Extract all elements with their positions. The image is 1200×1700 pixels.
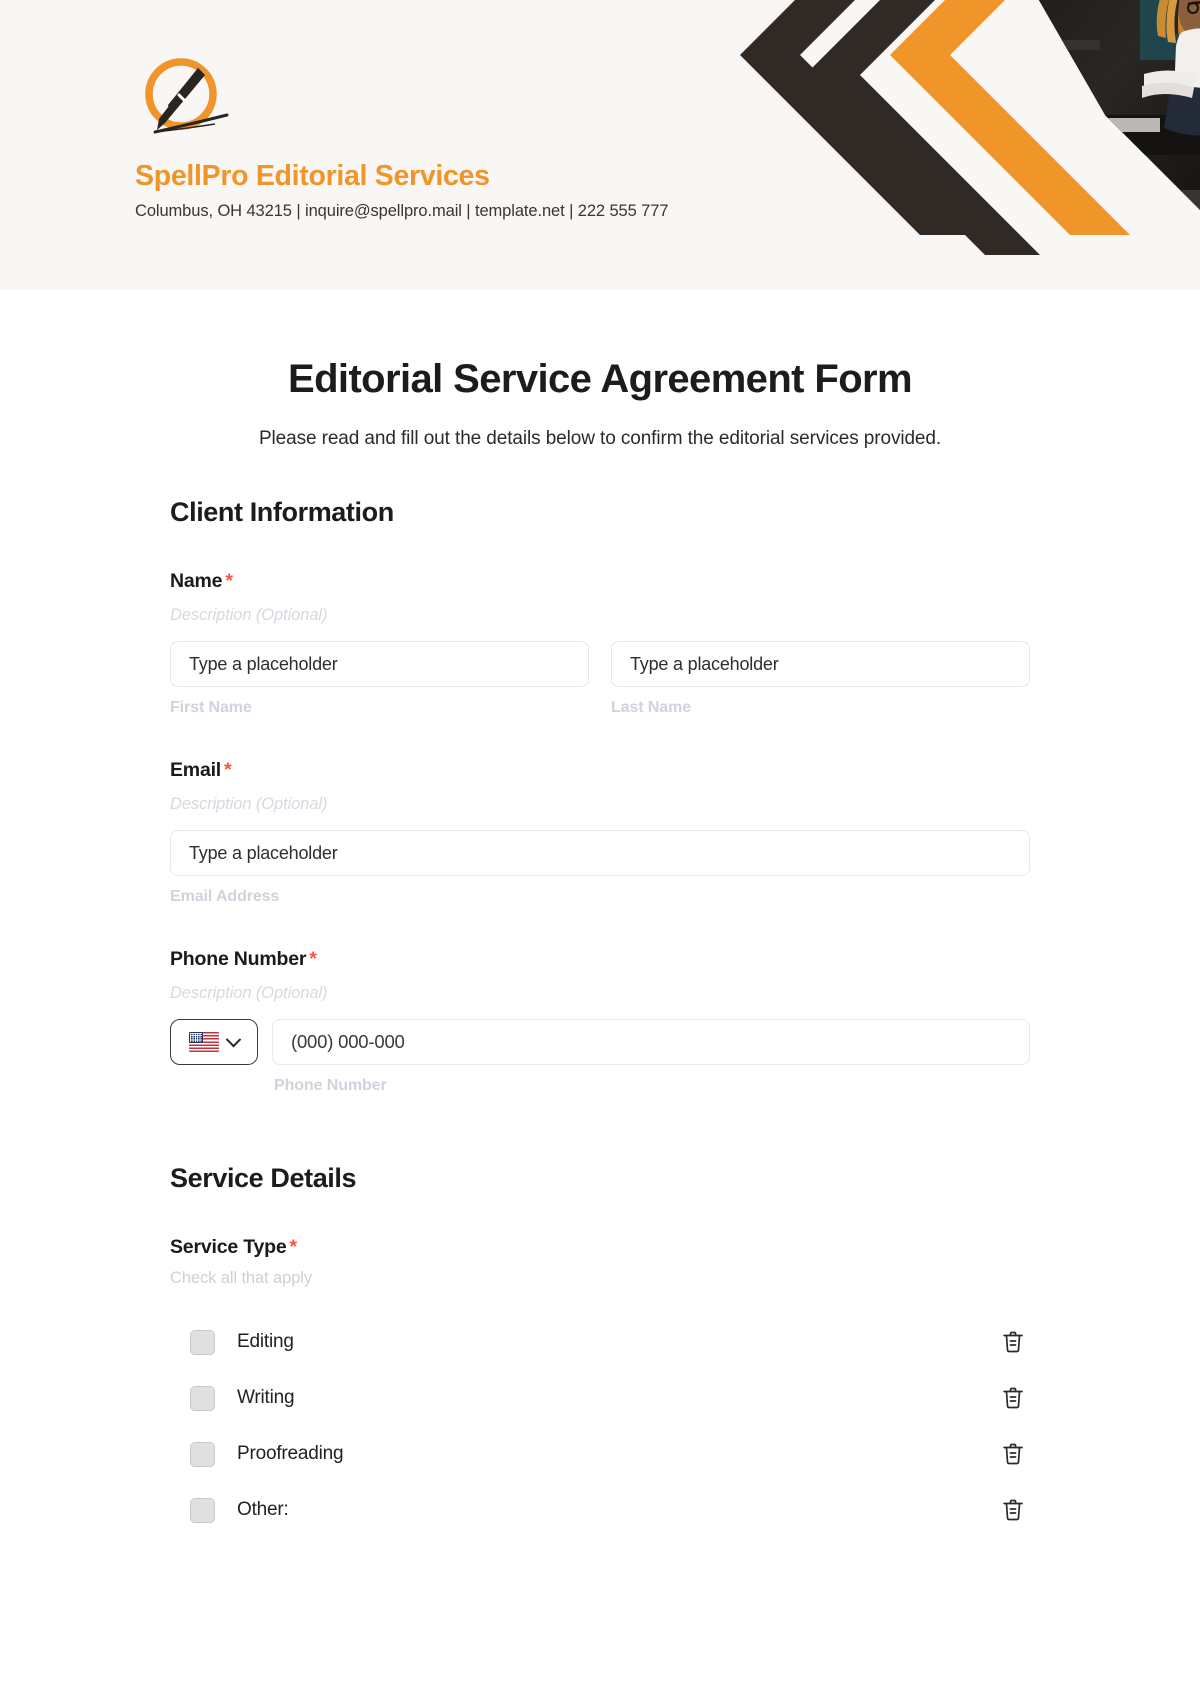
option-label: Other:: [237, 1499, 289, 1520]
form-page: SpellPro Editorial Services Columbus, OH…: [0, 0, 1200, 1700]
field-label-email-text: Email: [170, 759, 222, 781]
chevron-down-icon: [225, 1031, 242, 1047]
name-input-row: [170, 641, 1030, 687]
field-name: Name* Description (Optional) First Name …: [170, 570, 1030, 717]
field-hint-service-type: Check all that apply: [170, 1269, 312, 1287]
field-label-phone-number: Phone Number *: [170, 948, 1030, 971]
phone-number-input[interactable]: [272, 1019, 1030, 1065]
form-body: Client Information Name * Description (Op…: [170, 497, 1030, 1538]
field-label-email: Email *: [170, 759, 1030, 782]
option-label: Proofreading: [237, 1443, 344, 1464]
checkbox-proofreading[interactable]: [190, 1441, 215, 1467]
phone-input-row: [170, 1019, 1030, 1065]
country-code-select[interactable]: [170, 1019, 258, 1065]
list-item[interactable]: Editing: [170, 1314, 1030, 1370]
email-sub-label: Email Address: [170, 888, 280, 905]
checkbox-editing[interactable]: [190, 1329, 215, 1355]
service-type-option-list: Editing Writing Proofreading Other:: [170, 1314, 1030, 1538]
phone-number-sub-label: Phone Number: [274, 1077, 387, 1094]
first-name-sub-label: First Name: [170, 699, 252, 716]
checkbox-other[interactable]: [190, 1497, 215, 1523]
field-label-service-type-text: Service Type: [170, 1236, 287, 1258]
field-description-name: Description (Optional): [170, 606, 328, 624]
field-label-name-text: Name: [170, 570, 223, 592]
field-description-email: Description (Optional): [170, 795, 328, 813]
spellpro-pen-logo-icon: [135, 55, 233, 147]
field-description-phone-number: Description (Optional): [170, 984, 328, 1002]
page-title: Editorial Service Agreement Form: [288, 357, 913, 401]
email-input[interactable]: [170, 830, 1030, 876]
last-name-sub-label: Last Name: [611, 699, 692, 716]
trash-icon[interactable]: [998, 1327, 1028, 1357]
list-item[interactable]: Writing: [170, 1370, 1030, 1426]
page-subtitle: Please read and fill out the details bel…: [258, 428, 942, 449]
field-email: Email* Description (Optional) Email Addr…: [170, 759, 1030, 906]
brand-contact-line: Columbus, OH 43215 | inquire@spellpro.ma…: [135, 202, 669, 221]
trash-icon[interactable]: [998, 1439, 1028, 1469]
required-asterisk: *: [289, 1236, 297, 1258]
option-label: Writing: [237, 1387, 295, 1408]
required-asterisk: *: [224, 759, 232, 781]
section-heading-client-information: Client Information: [170, 497, 394, 527]
brand-block: SpellPro Editorial Services Columbus, OH…: [135, 55, 775, 221]
form-content: Editorial Service Agreement Form Please …: [0, 290, 1200, 1538]
list-item[interactable]: Proofreading: [170, 1426, 1030, 1482]
checkbox-writing[interactable]: [190, 1385, 215, 1411]
brand-name: SpellPro Editorial Services: [135, 160, 490, 192]
required-asterisk: *: [309, 948, 317, 970]
page-header: SpellPro Editorial Services Columbus, OH…: [0, 0, 1200, 290]
last-name-input[interactable]: [611, 641, 1030, 687]
field-service-type: Service Type * Check all that apply Editi…: [170, 1236, 1030, 1538]
trash-icon[interactable]: [998, 1383, 1028, 1413]
first-name-input[interactable]: [170, 641, 589, 687]
field-label-name: Name *: [170, 570, 1030, 593]
field-phone-number: Phone Number* Description (Optional) Pho…: [170, 948, 1030, 1095]
section-heading-service-details: Service Details: [170, 1163, 357, 1193]
field-label-phone-number-text: Phone Number: [170, 948, 307, 970]
list-item[interactable]: Other:: [170, 1482, 1030, 1538]
trash-icon[interactable]: [998, 1495, 1028, 1525]
option-label: Editing: [237, 1331, 294, 1352]
required-asterisk: *: [225, 570, 233, 592]
email-sub-label-row: Email Address: [170, 888, 1030, 906]
name-sub-label-row: First Name Last Name: [170, 699, 1030, 717]
field-label-service-type: Service Type *: [170, 1236, 1030, 1259]
us-flag-icon: [189, 1032, 219, 1052]
email-input-row: [170, 830, 1030, 876]
